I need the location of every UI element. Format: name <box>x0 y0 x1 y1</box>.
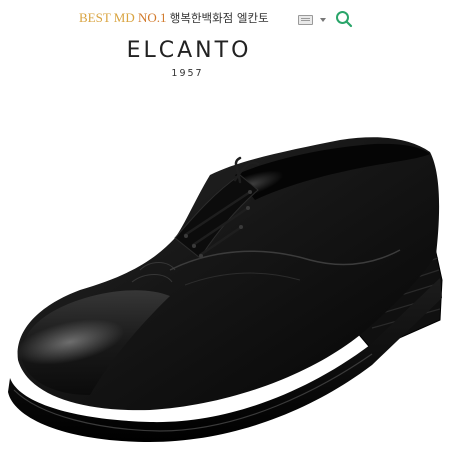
promo-tagline: 행복한백화점 엘칸토 <box>169 11 269 25</box>
brand-name: ELCANTO <box>126 38 252 63</box>
top-bar: BEST MD NO.1 행복한백화점 엘칸토 <box>0 6 450 32</box>
promo-best-md: BEST MD <box>79 10 135 25</box>
caret-down-icon <box>320 18 326 22</box>
brand-logo[interactable]: ELCANTO 1957 <box>0 38 375 79</box>
brand-year: 1957 <box>171 68 204 79</box>
language-selector[interactable] <box>298 14 326 26</box>
search-icon[interactable] <box>335 10 353 28</box>
keyboard-icon <box>298 15 313 25</box>
promo-banner[interactable]: BEST MD NO.1 행복한백화점 엘칸토 <box>79 10 269 26</box>
promo-no1: NO.1 <box>138 10 167 25</box>
product-image <box>0 120 450 450</box>
